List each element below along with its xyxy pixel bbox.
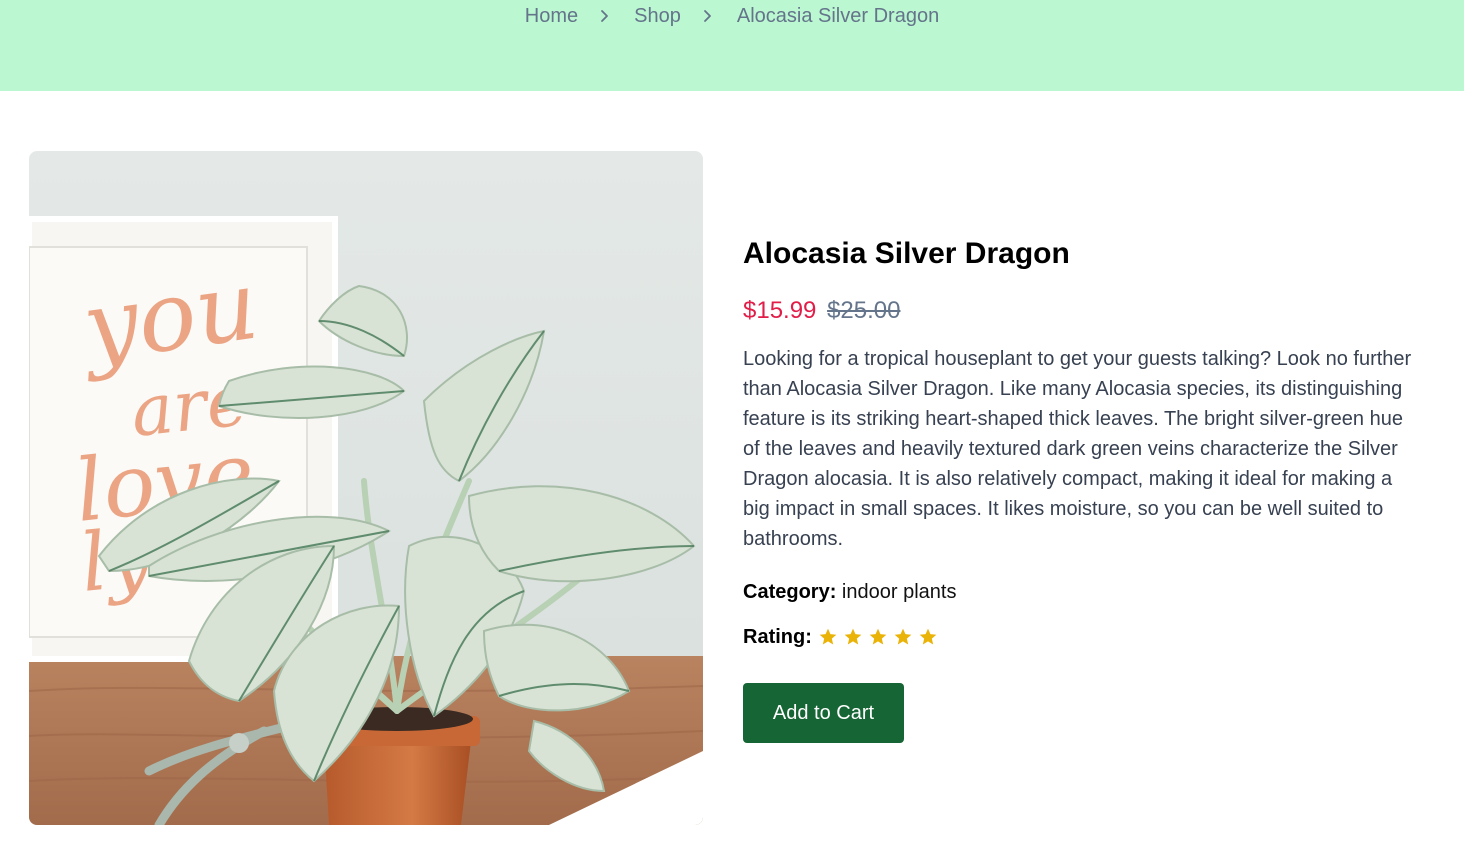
star-icon bbox=[818, 627, 838, 647]
breadcrumb-current: Alocasia Silver Dragon bbox=[736, 5, 940, 27]
original-price: $25.00 bbox=[827, 297, 901, 324]
star-icon bbox=[843, 627, 863, 647]
star-icon bbox=[918, 627, 938, 647]
category-row: Category: indoor plants bbox=[743, 579, 1423, 605]
sale-price: $15.99 bbox=[743, 297, 817, 324]
rating-label: Rating: bbox=[743, 626, 812, 648]
rating-row: Rating: bbox=[743, 624, 1423, 650]
chevron-right-icon bbox=[598, 9, 612, 23]
chevron-right-icon bbox=[701, 9, 715, 23]
product-title: Alocasia Silver Dragon bbox=[743, 237, 1070, 270]
product-description: Looking for a tropical houseplant to get… bbox=[743, 348, 1412, 550]
breadcrumb-home-link[interactable]: Home bbox=[525, 4, 578, 28]
product-info: Alocasia Silver Dragon $15.99 $25.00 Loo… bbox=[743, 236, 1423, 743]
category-value: indoor plants bbox=[841, 581, 957, 603]
page-header-banner: Home Shop Alocasia Silver Dragon bbox=[0, 0, 1464, 91]
price-row: $15.99 $25.00 bbox=[743, 296, 1423, 326]
category-label: Category: bbox=[743, 581, 837, 603]
rating-stars bbox=[818, 627, 943, 647]
breadcrumb-shop-link[interactable]: Shop bbox=[634, 4, 681, 28]
star-icon bbox=[893, 627, 913, 647]
product-image: you are love ly bbox=[29, 151, 703, 825]
star-icon bbox=[868, 627, 888, 647]
add-to-cart-button[interactable]: Add to Cart bbox=[743, 683, 904, 743]
breadcrumb: Home Shop Alocasia Silver Dragon bbox=[0, 4, 1464, 28]
